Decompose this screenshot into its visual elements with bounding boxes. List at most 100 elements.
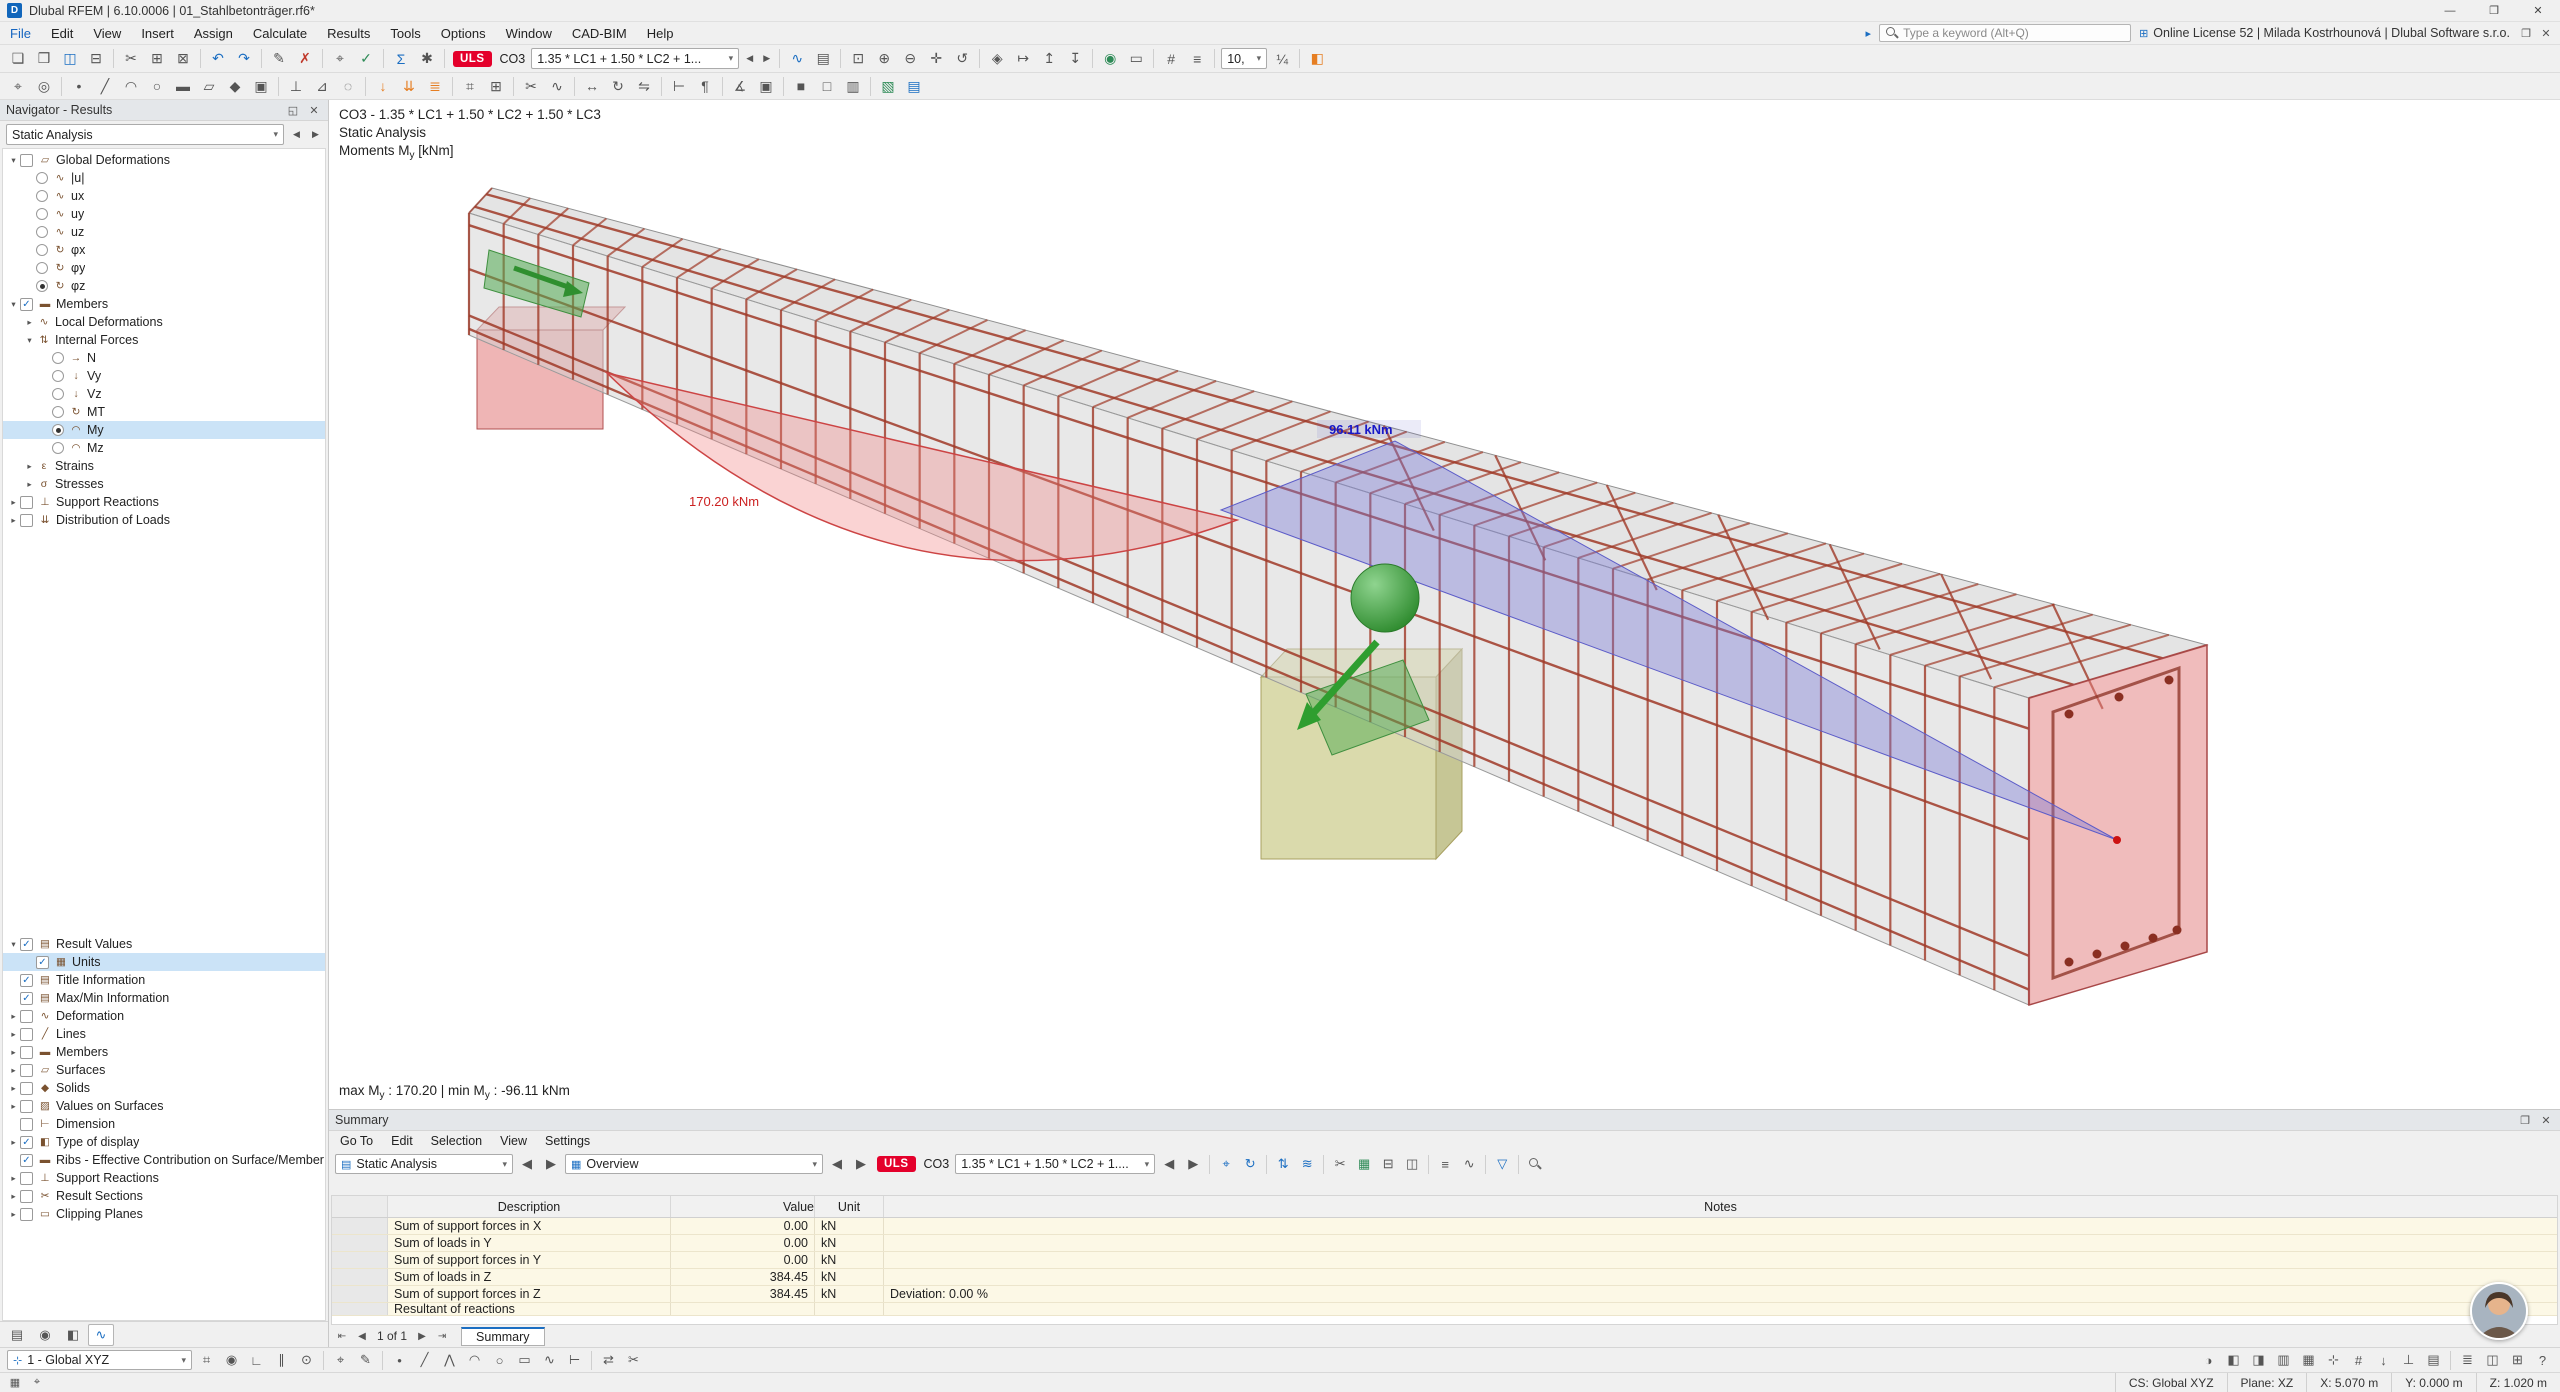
menu-item-view[interactable]: View <box>83 22 131 44</box>
chart-view-icon[interactable]: ∿ <box>1458 1153 1480 1175</box>
checkbox[interactable] <box>20 1118 33 1131</box>
checkbox[interactable] <box>20 496 33 509</box>
minimize-button[interactable]: — <box>2428 0 2472 21</box>
display-grid-icon[interactable]: ▦ <box>2297 1349 2320 1371</box>
tree-item-max-min-information[interactable]: ✓▤Max/Min Information <box>3 989 325 1007</box>
undo-icon[interactable]: ↶ <box>206 47 230 71</box>
checkbox[interactable] <box>20 154 33 167</box>
copy-tool-icon[interactable]: ⇄ <box>597 1349 620 1371</box>
tree-item-units[interactable]: ✓▦Units <box>3 953 325 971</box>
calculation-settings-icon[interactable]: ✱ <box>415 47 439 71</box>
tree-item-vz[interactable]: ↓Vz <box>3 385 325 403</box>
checkbox[interactable] <box>20 1046 33 1059</box>
summary-menu-view[interactable]: View <box>491 1134 536 1148</box>
delete-object-icon[interactable]: ✗ <box>293 47 317 71</box>
print-table-icon[interactable]: ⊟ <box>1377 1153 1399 1175</box>
draw-rectangle-icon[interactable]: ▭ <box>513 1349 536 1371</box>
tree-item-members[interactable]: ▾✓▬Members <box>3 295 325 313</box>
checkbox[interactable] <box>20 1100 33 1113</box>
tree-item-y[interactable]: ↻φy <box>3 259 325 277</box>
checkbox[interactable]: ✓ <box>20 1136 33 1149</box>
checkbox[interactable]: ✓ <box>20 938 33 951</box>
zoom-window-icon[interactable]: ⊡ <box>846 47 870 71</box>
table-row[interactable]: Sum of support forces in X0.00kN <box>332 1218 2557 1235</box>
generate-mesh-icon[interactable]: ⌗ <box>458 74 482 98</box>
tree-item-result-values[interactable]: ▾✓▤Result Values <box>3 935 325 953</box>
checkbox[interactable]: ✓ <box>20 1154 33 1167</box>
radio[interactable] <box>52 406 64 418</box>
isometric-view-icon[interactable]: ◈ <box>985 47 1009 71</box>
last-page-button[interactable]: ⇥ <box>433 1327 451 1345</box>
zoom-out-icon[interactable]: ⊖ <box>898 47 922 71</box>
radio[interactable] <box>52 424 64 436</box>
new-circle-icon[interactable]: ○ <box>145 74 169 98</box>
radio[interactable] <box>36 262 48 274</box>
visibility-modes-icon[interactable]: ◉ <box>1098 47 1122 71</box>
surface-load-icon[interactable]: ≣ <box>423 74 447 98</box>
checkbox[interactable]: ✓ <box>20 974 33 987</box>
find-object-icon[interactable]: ⌖ <box>328 47 352 71</box>
radio[interactable] <box>52 352 64 364</box>
draw-node-icon[interactable]: • <box>388 1349 411 1371</box>
select-tool-icon[interactable]: ⌖ <box>329 1349 352 1371</box>
expand-icon[interactable]: ▸ <box>7 1029 20 1040</box>
tree-item-lines[interactable]: ▸╱Lines <box>3 1025 325 1043</box>
display-loads-icon[interactable]: ↓ <box>2372 1349 2395 1371</box>
collapse-icon[interactable]: ▾ <box>7 299 20 310</box>
menu-item-edit[interactable]: Edit <box>41 22 83 44</box>
units-and-decimals-icon[interactable]: ¼ <box>1270 47 1294 71</box>
table-row[interactable]: Sum of support forces in Y0.00kN <box>332 1252 2557 1269</box>
new-opening-icon[interactable]: ▣ <box>249 74 273 98</box>
render-solid-icon[interactable]: ■ <box>789 74 813 98</box>
cut-icon[interactable]: ✂ <box>119 47 143 71</box>
next-page-button[interactable]: ▶ <box>413 1327 431 1345</box>
checkbox[interactable] <box>20 1064 33 1077</box>
display-results-panel-icon[interactable]: ▤ <box>2422 1349 2445 1371</box>
render-status-icon[interactable]: ▦ <box>6 1375 24 1391</box>
expand-icon[interactable]: ▸ <box>7 1173 20 1184</box>
snap-points-icon[interactable]: ◉ <box>220 1349 243 1371</box>
print-icon[interactable]: ⊟ <box>84 47 108 71</box>
panel-toggle-icon[interactable]: ◫ <box>2481 1349 2504 1371</box>
checkbox[interactable] <box>20 1208 33 1221</box>
collapse-icon[interactable]: ▾ <box>23 335 36 346</box>
expand-icon[interactable]: ▸ <box>23 317 36 328</box>
save-model-icon[interactable]: ◫ <box>58 47 82 71</box>
new-solid-icon[interactable]: ◆ <box>223 74 247 98</box>
nav-tab-data[interactable]: ▤ <box>4 1324 30 1346</box>
menu-item-window[interactable]: Window <box>496 22 562 44</box>
find-in-table-icon[interactable] <box>1524 1153 1546 1175</box>
tree-item-dimension[interactable]: ⊢Dimension <box>3 1115 325 1133</box>
tree-item-distribution-of-loads[interactable]: ▸⇊Distribution of Loads <box>3 511 325 529</box>
display-rendering-icon[interactable]: ◧ <box>2222 1349 2245 1371</box>
expand-icon[interactable]: ▸ <box>7 497 20 508</box>
new-member-icon[interactable]: ▬ <box>171 74 195 98</box>
section-view-icon[interactable]: ✂ <box>519 74 543 98</box>
analysis-type-combo[interactable]: Static Analysis ▾ <box>6 124 284 145</box>
maximize-panel-icon[interactable]: ❐ <box>2517 1114 2533 1127</box>
draw-spline-icon[interactable]: ∿ <box>538 1349 561 1371</box>
tree-item-strains[interactable]: ▸εStrains <box>3 457 325 475</box>
display-shadow-icon[interactable]: ◑ <box>2197 1349 2220 1371</box>
show-all-rows-icon[interactable]: ⇅ <box>1272 1153 1294 1175</box>
addon-store-icon[interactable]: ◧ <box>1305 47 1329 71</box>
draw-polyline-icon[interactable]: ⋀ <box>438 1349 461 1371</box>
tree-item-uy[interactable]: ∿uy <box>3 205 325 223</box>
result-section-icon[interactable]: ∿ <box>545 74 569 98</box>
expand-icon[interactable]: ▸ <box>7 515 20 526</box>
display-properties-icon[interactable]: ≡ <box>1185 47 1209 71</box>
display-supports-icon[interactable]: ⊥ <box>2397 1349 2420 1371</box>
expand-icon[interactable]: ▸ <box>7 1083 20 1094</box>
next-result-button[interactable]: ▶ <box>308 125 323 145</box>
menu-close-icon[interactable]: ✕ <box>2538 27 2554 40</box>
summary-menu-settings[interactable]: Settings <box>536 1134 599 1148</box>
prev-table-icon[interactable]: ◀ <box>826 1153 848 1175</box>
nav-tab-views[interactable]: ◧ <box>60 1324 86 1346</box>
next-load-combination-icon[interactable]: ▶ <box>759 49 774 69</box>
new-node-icon[interactable]: • <box>67 74 91 98</box>
menu-item-file[interactable]: File <box>0 22 41 44</box>
calculate-all-icon[interactable]: Σ <box>389 47 413 71</box>
checkbox[interactable] <box>20 1190 33 1203</box>
radio[interactable] <box>36 244 48 256</box>
view-x-icon[interactable]: ↦ <box>1011 47 1035 71</box>
